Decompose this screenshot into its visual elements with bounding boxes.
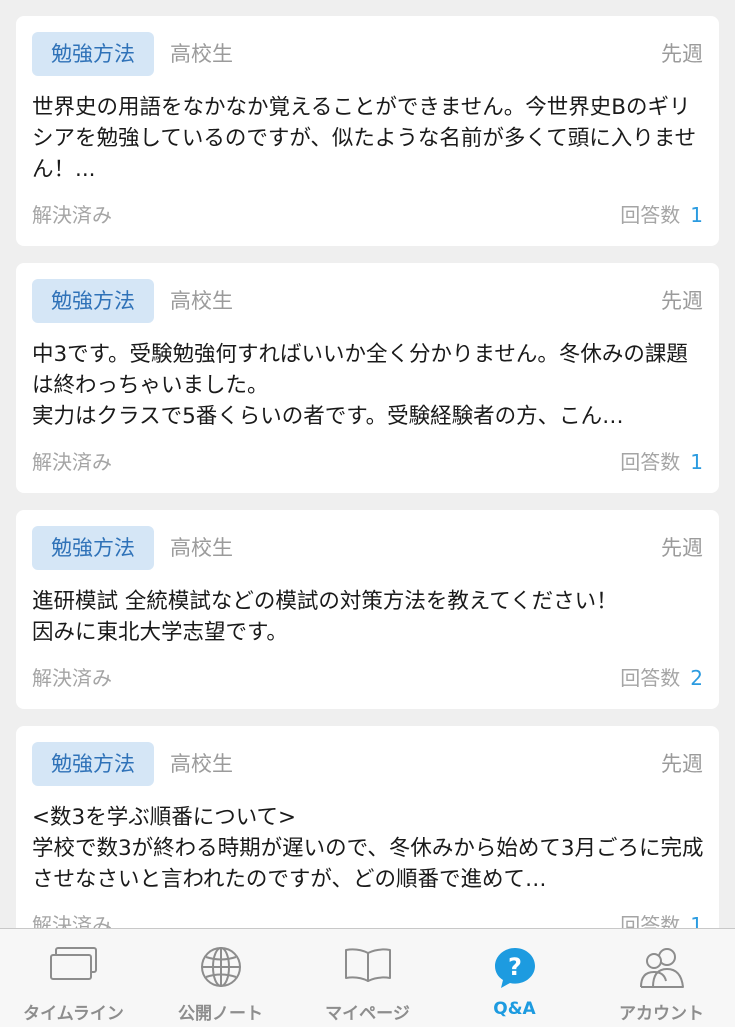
tab-label: タイムライン xyxy=(23,1004,124,1024)
question-card[interactable]: 勉強方法 高校生 先週 中3です。受験勉強何すればいいか全く分かりません。冬休み… xyxy=(16,263,719,493)
question-text: 中3です。受験勉強何すればいいか全く分かりません。冬休みの課題は終わっちゃいまし… xyxy=(32,342,688,429)
category-tag[interactable]: 勉強方法 xyxy=(32,742,154,786)
status-label: 解決済み xyxy=(32,450,112,474)
grade-label: 高校生 xyxy=(170,289,233,313)
tab-public-notes[interactable]: 公開ノート xyxy=(147,929,294,1027)
svg-text:?: ? xyxy=(508,953,522,981)
tab-my-page[interactable]: マイページ xyxy=(294,929,441,1027)
post-date: 先週 xyxy=(661,42,703,66)
answer-count-value: 1 xyxy=(690,203,703,227)
status-label: 解決済み xyxy=(32,203,112,227)
answer-count-label: 回答数 xyxy=(620,203,681,227)
bottom-tab-bar: タイムライン 公開ノート マイページ ? Q&A アカウント xyxy=(0,928,735,1027)
question-bubble-icon: ? xyxy=(494,948,535,988)
category-tag[interactable]: 勉強方法 xyxy=(32,279,154,323)
question-card[interactable]: 勉強方法 高校生 先週 進研模試 全統模試などの模試の対策方法を教えてください！… xyxy=(16,510,719,709)
post-date: 先週 xyxy=(661,289,703,313)
tab-label: Q&A xyxy=(493,999,536,1019)
category-tag[interactable]: 勉強方法 xyxy=(32,526,154,570)
question-card[interactable]: 勉強方法 高校生 先週 <数3を学ぶ順番について> 学校で数3が終わる時期が遅い… xyxy=(16,726,719,928)
open-book-icon xyxy=(344,948,391,982)
answer-count: 回答数 2 xyxy=(620,665,703,691)
answer-count-value: 1 xyxy=(690,450,703,474)
users-icon xyxy=(639,948,684,988)
answer-count-value: 1 xyxy=(690,913,703,928)
tab-account[interactable]: アカウント xyxy=(588,929,735,1027)
answer-count-label: 回答数 xyxy=(620,666,681,690)
tab-label: 公開ノート xyxy=(178,1004,263,1024)
post-date: 先週 xyxy=(661,752,703,776)
question-text: 世界史の用語をなかなか覚えることができません。今世界史Bのギリシアを勉強している… xyxy=(32,95,697,182)
tab-label: マイページ xyxy=(325,1004,410,1024)
answer-count-value: 2 xyxy=(690,666,703,690)
tab-qa[interactable]: ? Q&A xyxy=(441,929,588,1027)
grade-label: 高校生 xyxy=(170,752,233,776)
globe-icon xyxy=(200,947,241,987)
answer-count: 回答数 1 xyxy=(620,202,703,228)
status-label: 解決済み xyxy=(32,666,112,690)
category-tag[interactable]: 勉強方法 xyxy=(32,32,154,76)
qa-feed[interactable]: 勉強方法 高校生 先週 世界史の用語をなかなか覚えることができません。今世界史B… xyxy=(0,0,735,928)
answer-count-label: 回答数 xyxy=(620,450,681,474)
question-card[interactable]: 勉強方法 高校生 先週 世界史の用語をなかなか覚えることができません。今世界史B… xyxy=(16,16,719,246)
question-text: <数3を学ぶ順番について> 学校で数3が終わる時期が遅いので、冬休みから始めて3… xyxy=(32,805,704,892)
status-label: 解決済み xyxy=(32,913,112,928)
grade-label: 高校生 xyxy=(170,42,233,66)
answer-count: 回答数 1 xyxy=(620,449,703,475)
answer-count: 回答数 1 xyxy=(620,912,703,928)
tab-label: アカウント xyxy=(619,1004,704,1024)
app-screen: 勉強方法 高校生 先週 世界史の用語をなかなか覚えることができません。今世界史B… xyxy=(0,0,735,1027)
question-text: 進研模試 全統模試などの模試の対策方法を教えてください！ 因みに東北大学志望です… xyxy=(32,589,618,645)
post-date: 先週 xyxy=(661,536,703,560)
tab-timeline[interactable]: タイムライン xyxy=(0,929,147,1027)
answer-count-label: 回答数 xyxy=(620,913,681,928)
grade-label: 高校生 xyxy=(170,536,233,560)
timeline-cards-icon xyxy=(49,947,97,980)
